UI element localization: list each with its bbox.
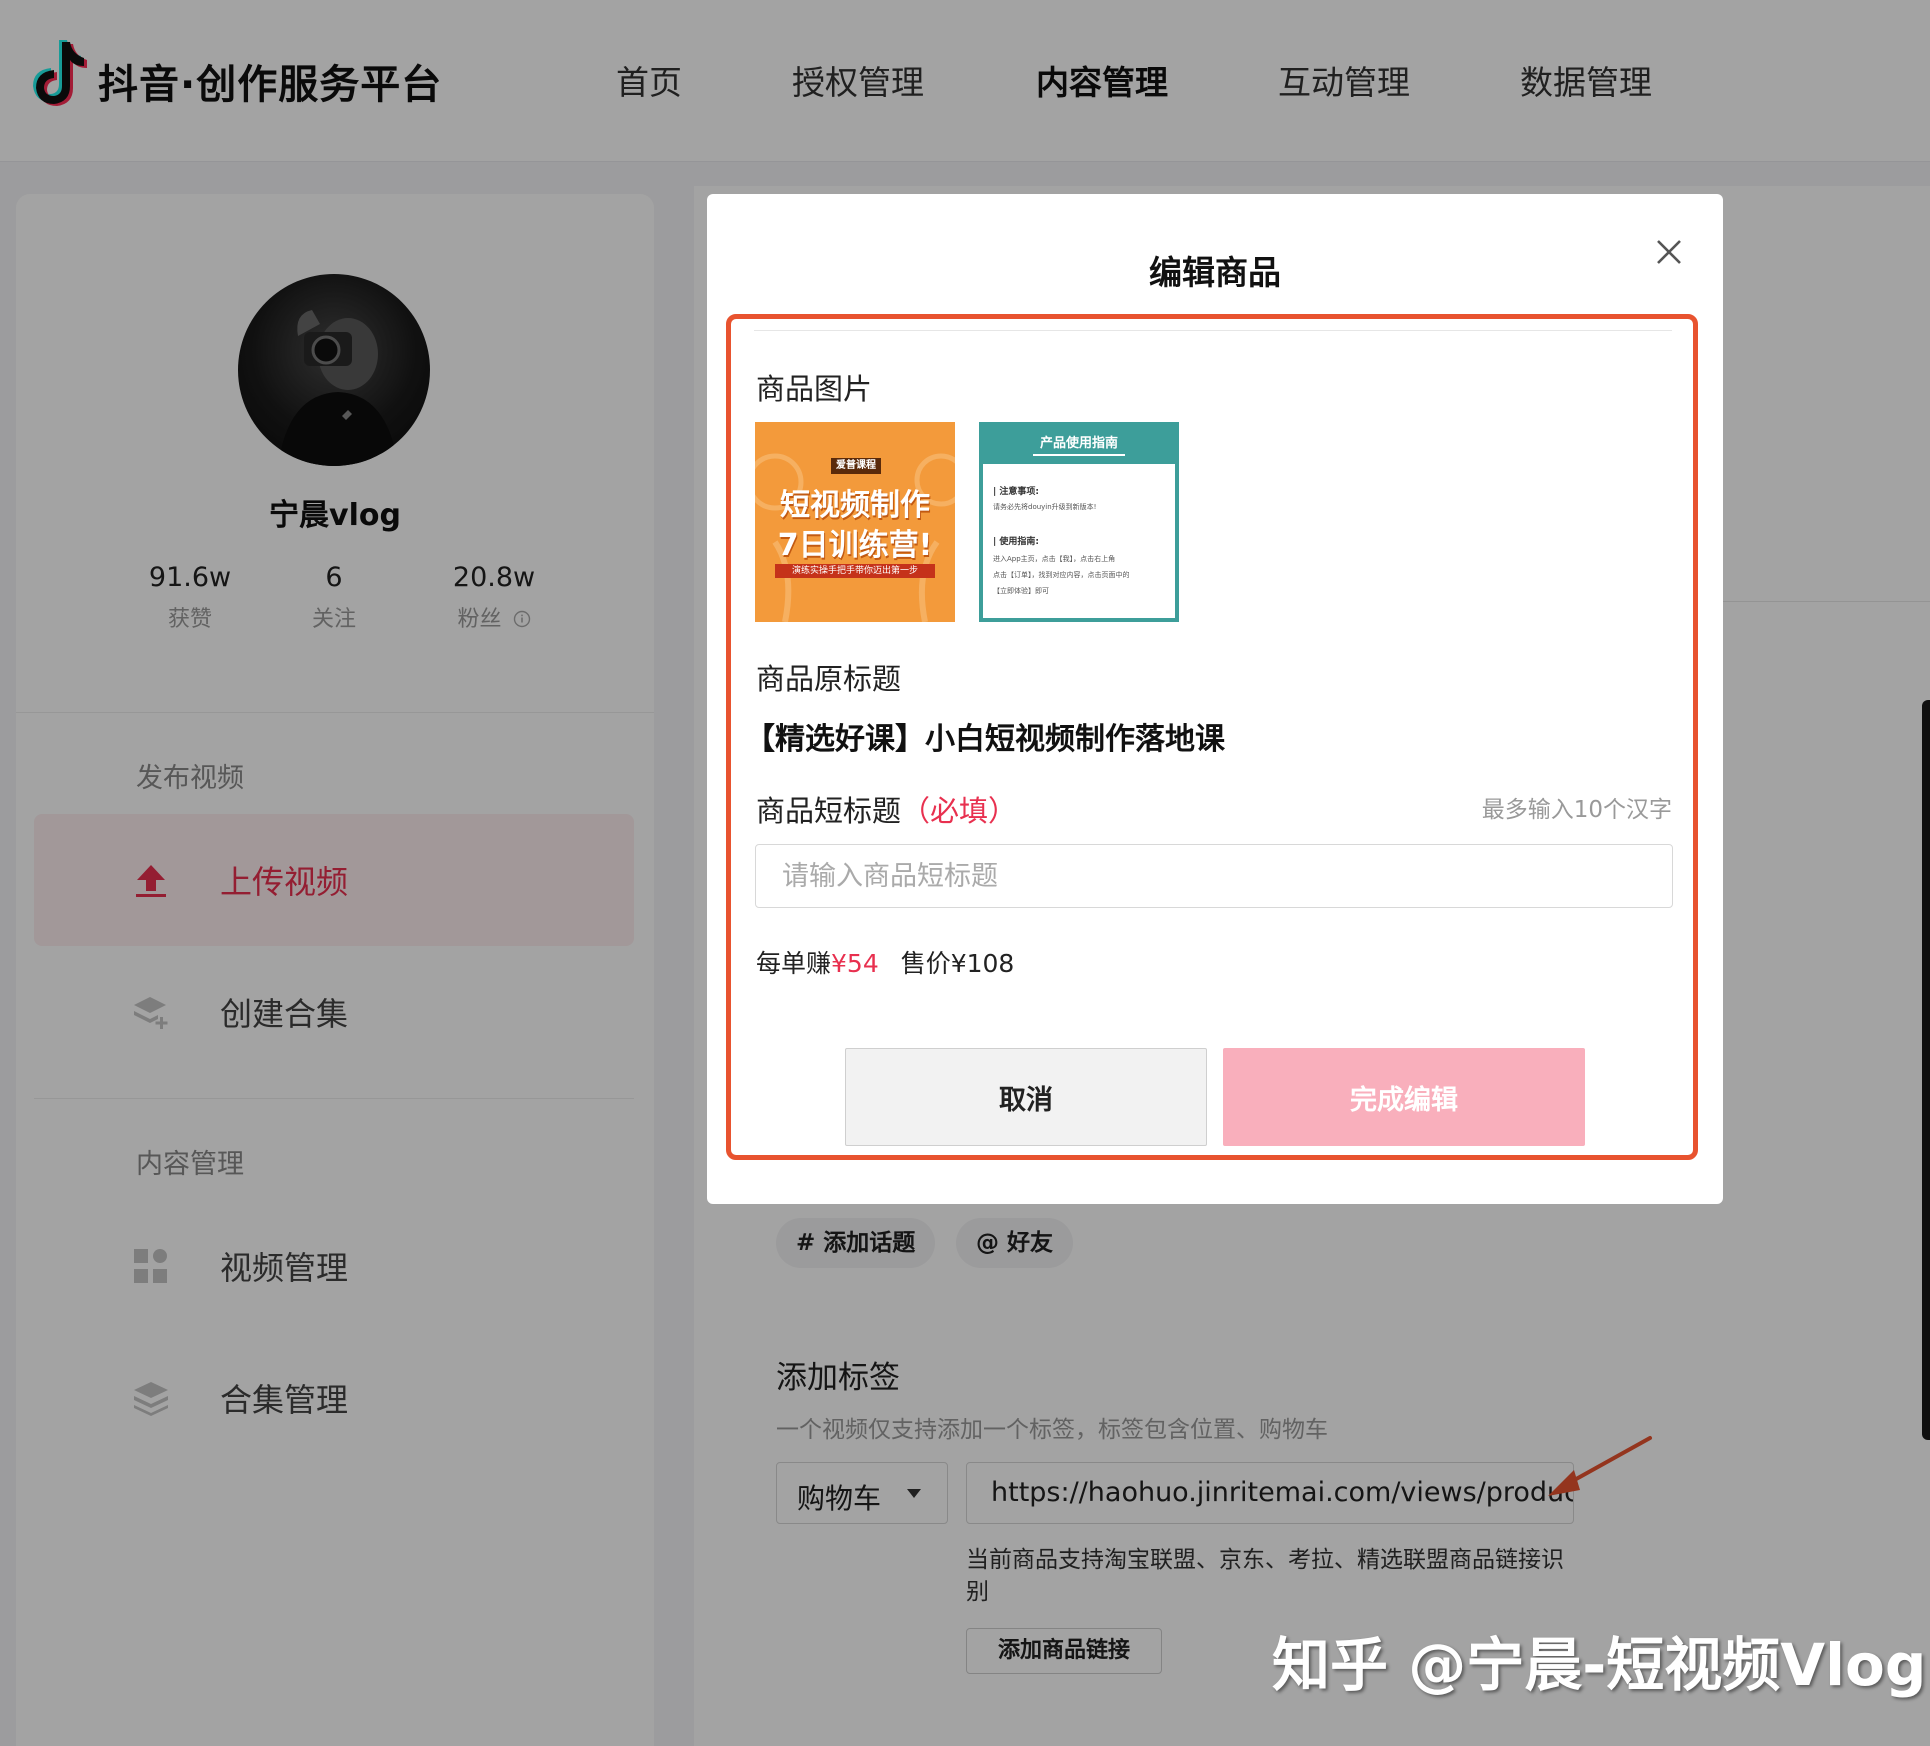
finish-edit-button[interactable]: 完成编辑 xyxy=(1223,1048,1585,1146)
original-title-value: 【精选好课】小白短视频制作落地课 xyxy=(745,722,1225,757)
short-title-label: 商品短标题 xyxy=(756,794,902,828)
guide-header-underline xyxy=(1033,454,1125,456)
thumbnail-headline-1: 短视频制作 xyxy=(780,488,930,523)
thumbnail-headline-2: 7日训练营! xyxy=(777,528,933,563)
price-value: ¥108 xyxy=(950,949,1015,978)
guide-usage-line1: 进入App主页，点击【我】，点击右上角 xyxy=(993,555,1116,563)
thumbnail-footer: 演练实操手把手带你迈出第一步 xyxy=(775,564,935,578)
dialog-title: 编辑商品 xyxy=(1149,253,1281,292)
earn-label: 每单赚 xyxy=(756,949,832,978)
edit-product-dialog: 编辑商品 商品图片 爱普课程 短视频制作 7日训练营! 演练实操手把手带你迈出第… xyxy=(707,194,1723,1204)
short-title-label-row: 商品短标题（必填） xyxy=(756,788,1017,830)
guide-usage-line3: 【立即体验】即可 xyxy=(993,587,1049,595)
earn-value: ¥54 xyxy=(831,949,879,978)
product-image-2[interactable]: 产品使用指南 | 注意事项: 请务必先将douyin升级到新版本! | 使用指南… xyxy=(979,422,1179,622)
dialog-divider xyxy=(754,330,1672,331)
price-label: 售价 xyxy=(900,949,951,978)
thumbnail-badge: 爱普课程 xyxy=(831,458,881,474)
guide-usage-title: | 使用指南: xyxy=(993,537,1040,547)
short-title-limit-hint: 最多输入10个汉字 xyxy=(1481,797,1672,823)
guide-note-text: 请务必先将douyin升级到新版本! xyxy=(993,503,1097,511)
close-icon[interactable] xyxy=(1653,236,1685,268)
commission-line: 每单赚¥54 售价¥108 xyxy=(756,944,1014,980)
product-images-label: 商品图片 xyxy=(756,372,873,406)
short-title-input[interactable] xyxy=(755,844,1673,908)
required-mark: （必填） xyxy=(901,794,1018,828)
watermark: 知乎 @宁晨-短视频Vlog xyxy=(1272,1631,1927,1699)
cancel-button[interactable]: 取消 xyxy=(845,1048,1207,1146)
original-title-label: 商品原标题 xyxy=(756,662,902,696)
guide-usage-line2: 点击【订单】，找到对应内容，点击页面中的 xyxy=(993,571,1130,579)
guide-header: 产品使用指南 xyxy=(1039,436,1118,451)
product-image-1[interactable]: 爱普课程 短视频制作 7日训练营! 演练实操手把手带你迈出第一步 xyxy=(755,422,955,622)
guide-note-title: | 注意事项: xyxy=(993,487,1040,497)
